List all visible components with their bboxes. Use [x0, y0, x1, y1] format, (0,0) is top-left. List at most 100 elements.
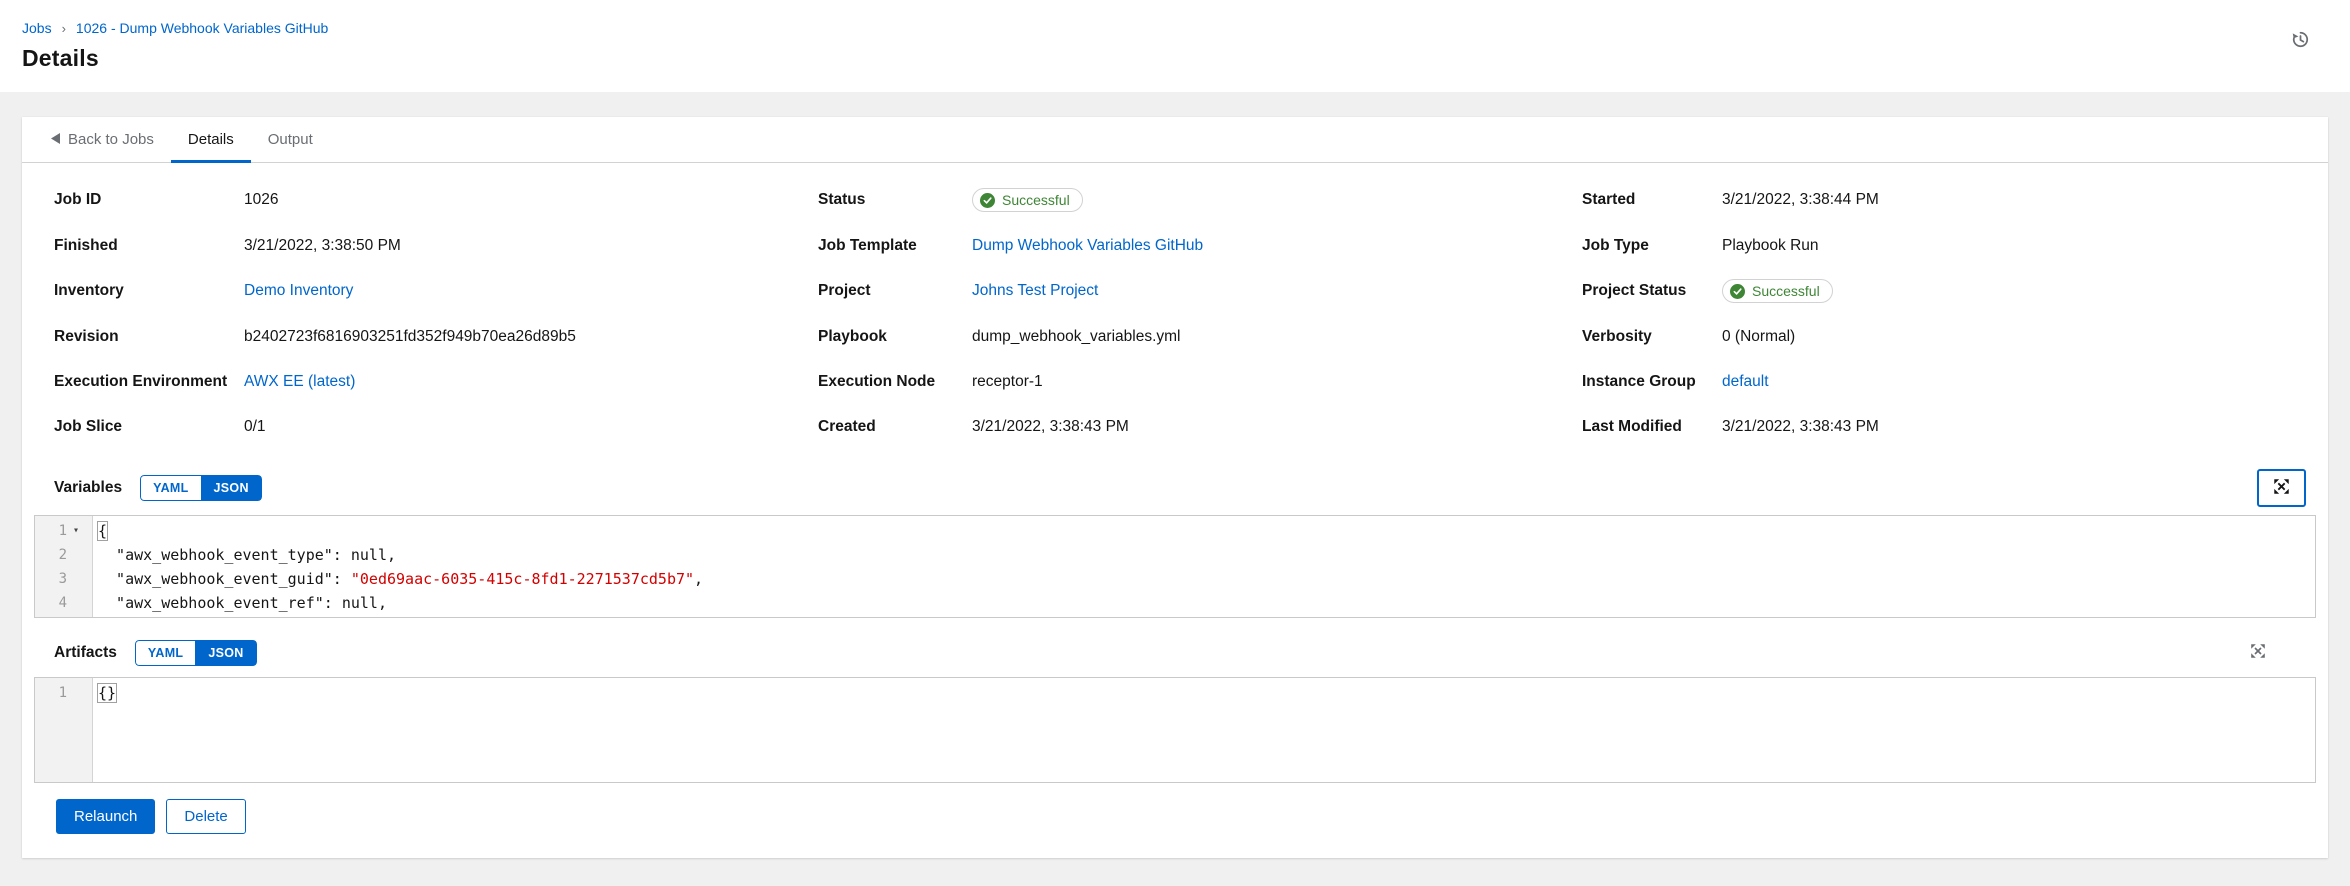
detail-label: Job Template — [818, 237, 972, 255]
detail-label: Project — [818, 282, 972, 300]
page-title: Details — [22, 45, 2328, 72]
detail-label: Execution Node — [818, 373, 972, 391]
artifacts-code-editor[interactable]: 1 {} — [34, 677, 2316, 783]
detail-item: Started3/21/2022, 3:38:44 PM — [1582, 177, 2316, 223]
variables-editor-gutter: 1▾2345 — [35, 516, 93, 617]
line-number: 3 — [35, 567, 92, 591]
detail-item: Job Slice0/1 — [54, 404, 788, 449]
detail-value: receptor-1 — [972, 373, 1043, 391]
job-details-card: Back to Jobs Details Output Job ID1026 St… — [22, 117, 2328, 858]
detail-value: Playbook Run — [1722, 237, 1819, 255]
history-icon — [2291, 37, 2310, 52]
detail-value: 3/21/2022, 3:38:43 PM — [1722, 418, 1879, 436]
expand-arrows-icon — [2273, 478, 2290, 498]
detail-item: Verbosity0 (Normal) — [1582, 314, 2316, 359]
variables-format-toggle: YAMLJSON — [140, 475, 262, 501]
detail-label: Status — [818, 191, 972, 209]
expand-artifacts-button[interactable] — [2236, 636, 2280, 669]
line-number: 1▾ — [35, 519, 92, 543]
detail-item: Created3/21/2022, 3:38:43 PM — [818, 404, 1552, 449]
detail-item: Last Modified3/21/2022, 3:38:43 PM — [1582, 404, 2316, 449]
variables-code-editor[interactable]: 1▾2345 { "awx_webhook_event_type": null,… — [34, 515, 2316, 618]
variables-label: Variables — [54, 479, 122, 497]
relaunch-button[interactable]: Relaunch — [56, 799, 155, 834]
detail-label: Instance Group — [1582, 373, 1722, 391]
code-line: "awx_webhook_event_type": null, — [98, 543, 2315, 567]
tab-details-label: Details — [188, 131, 234, 148]
delete-button[interactable]: Delete — [166, 799, 245, 834]
variables-toggle-yaml[interactable]: YAML — [140, 475, 201, 501]
detail-item: Project Status Successful — [1582, 268, 2316, 314]
detail-value: 0/1 — [244, 418, 266, 436]
detail-value: b2402723f6816903251fd352f949b70ea26d89b5 — [244, 328, 576, 346]
detail-item: Revisionb2402723f6816903251fd352f949b70e… — [54, 314, 788, 359]
expand-arrows-icon — [2250, 643, 2266, 662]
detail-label: Inventory — [54, 282, 244, 300]
detail-value-link[interactable]: Dump Webhook Variables GitHub — [972, 237, 1203, 255]
tab-details[interactable]: Details — [171, 117, 251, 162]
code-line: "awx_webhook_event_status_api": null, — [98, 615, 2315, 618]
line-number: 1 — [35, 681, 92, 705]
detail-item: Execution Nodereceptor-1 — [818, 359, 1552, 404]
details-grid: Job ID1026StatusSuccessfulStarted3/21/20… — [22, 163, 2328, 459]
detail-item: ProjectJohns Test Project — [818, 268, 1552, 314]
code-line: { — [98, 519, 2315, 543]
detail-label: Project Status — [1582, 282, 1722, 300]
line-number: 2 — [35, 543, 92, 567]
tab-output[interactable]: Output — [251, 117, 330, 162]
detail-item: Status Successful — [818, 177, 1552, 223]
detail-label: Last Modified — [1582, 418, 1722, 436]
status-badge: Successful — [1722, 279, 1833, 303]
detail-value-link[interactable]: default — [1722, 373, 1769, 391]
variables-toggle-json[interactable]: JSON — [202, 475, 262, 501]
expand-variables-button[interactable] — [2257, 469, 2306, 507]
tab-back-to-jobs[interactable]: Back to Jobs — [34, 117, 171, 162]
detail-item: Job TemplateDump Webhook Variables GitHu… — [818, 223, 1552, 268]
detail-label: Job Slice — [54, 418, 244, 436]
detail-item: InventoryDemo Inventory — [54, 268, 788, 314]
status-badge: Successful — [972, 188, 1083, 212]
detail-value: 3/21/2022, 3:38:43 PM — [972, 418, 1129, 436]
check-circle-icon — [1730, 284, 1745, 299]
status-badge-label: Successful — [1752, 283, 1820, 299]
breadcrumb-separator: › — [62, 21, 66, 36]
detail-value: 0 (Normal) — [1722, 328, 1795, 346]
breadcrumb: Jobs › 1026 - Dump Webhook Variables GitHu… — [22, 20, 2328, 36]
detail-value-link[interactable]: AWX EE (latest) — [244, 373, 355, 391]
detail-value-link[interactable]: Demo Inventory — [244, 282, 353, 300]
detail-item: Instance Groupdefault — [1582, 359, 2316, 404]
caret-left-icon — [51, 131, 60, 148]
detail-item: Finished3/21/2022, 3:38:50 PM — [54, 223, 788, 268]
fold-arrow-icon[interactable]: ▾ — [67, 519, 85, 543]
detail-value: 3/21/2022, 3:38:44 PM — [1722, 191, 1879, 209]
code-line: "awx_webhook_event_ref": null, — [98, 591, 2315, 615]
detail-label: Finished — [54, 237, 244, 255]
check-circle-icon — [980, 193, 995, 208]
artifacts-format-toggle: YAMLJSON — [135, 640, 257, 666]
artifacts-toggle-yaml[interactable]: YAML — [135, 640, 196, 666]
detail-label: Started — [1582, 191, 1722, 209]
page-content: Back to Jobs Details Output Job ID1026 St… — [0, 92, 2350, 858]
tab-bar: Back to Jobs Details Output — [22, 117, 2328, 163]
breadcrumb-item[interactable]: 1026 - Dump Webhook Variables GitHub — [76, 20, 328, 36]
page-header: Jobs › 1026 - Dump Webhook Variables GitHu… — [0, 0, 2350, 92]
detail-value: 1026 — [244, 191, 278, 209]
artifacts-editor-code[interactable]: {} — [93, 678, 2315, 782]
variables-section-header: Variables YAMLJSON — [22, 459, 2328, 515]
code-line: {} — [98, 681, 2315, 705]
artifacts-section-header: Artifacts YAMLJSON — [22, 626, 2328, 677]
status-badge-label: Successful — [1002, 192, 1070, 208]
detail-item: Playbookdump_webhook_variables.yml — [818, 314, 1552, 359]
artifacts-toggle-json[interactable]: JSON — [196, 640, 256, 666]
history-button[interactable] — [2291, 30, 2310, 52]
variables-editor-code[interactable]: { "awx_webhook_event_type": null, "awx_w… — [93, 516, 2315, 617]
detail-label: Job ID — [54, 191, 244, 209]
code-line: "awx_webhook_event_guid": "0ed69aac-6035… — [98, 567, 2315, 591]
breadcrumb-item[interactable]: Jobs — [22, 20, 52, 36]
detail-value-link[interactable]: Johns Test Project — [972, 282, 1098, 300]
tab-back-label: Back to Jobs — [68, 131, 154, 148]
detail-label: Job Type — [1582, 237, 1722, 255]
line-number: 4 — [35, 591, 92, 615]
detail-value: 3/21/2022, 3:38:50 PM — [244, 237, 401, 255]
tab-output-label: Output — [268, 131, 313, 148]
